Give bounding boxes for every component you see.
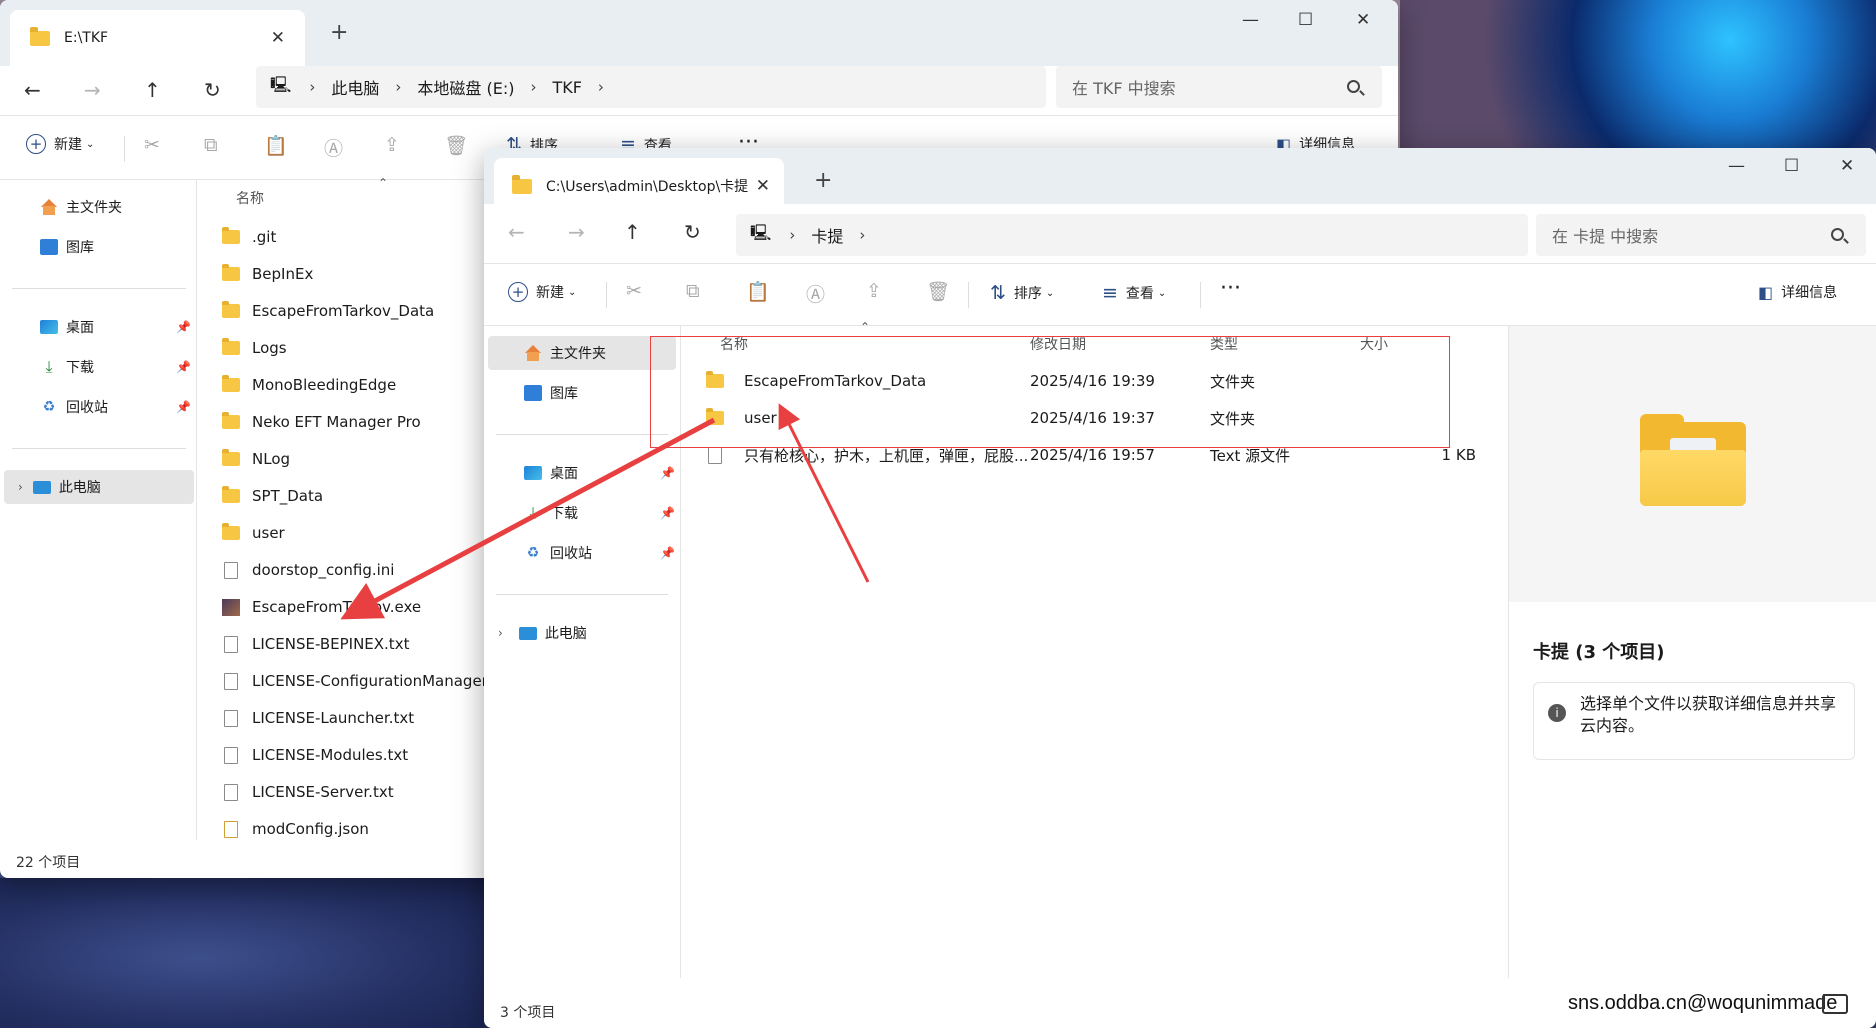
annotation-arrows bbox=[340, 403, 870, 620]
watermark-text: sns.oddba.cn@woqunimmade bbox=[1568, 992, 1838, 1014]
annotation-arrow-to-exe bbox=[340, 417, 716, 620]
annotation-arrow-to-user bbox=[778, 403, 870, 583]
watermark-icon bbox=[1822, 994, 1848, 1014]
